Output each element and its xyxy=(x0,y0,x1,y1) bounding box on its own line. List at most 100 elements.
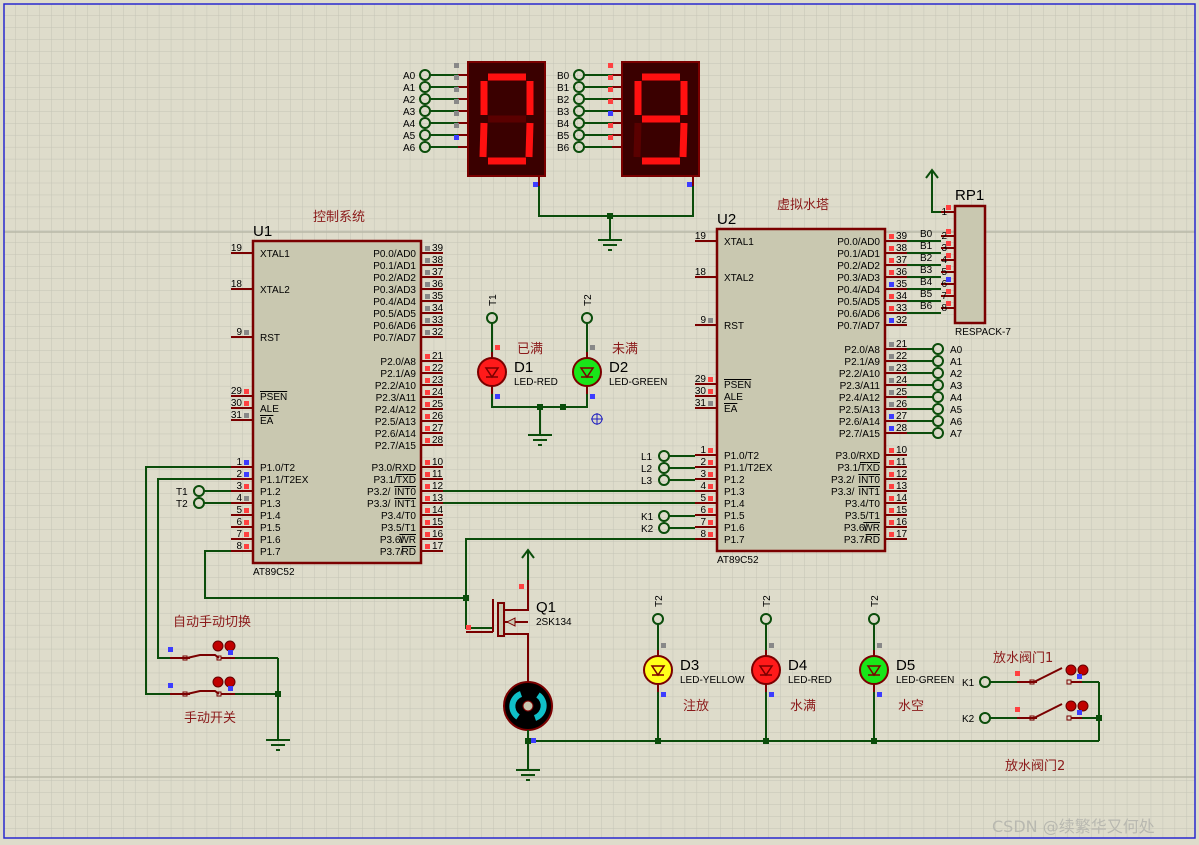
pin-name: P2.1/A9 xyxy=(844,357,880,368)
pin-number: 19 xyxy=(695,231,707,242)
pin-name: RD xyxy=(866,535,880,546)
q1-ref: Q1 xyxy=(536,599,556,616)
pin-name: P0.5/AD5 xyxy=(837,297,880,308)
pin-state-marker xyxy=(425,330,430,335)
pin-name: P1.7 xyxy=(260,547,281,558)
pin-number: 28 xyxy=(896,423,908,434)
segment-c xyxy=(679,122,688,158)
pin-name: P1.2 xyxy=(724,475,745,486)
led-body xyxy=(643,655,673,685)
u1-title: 控制系统 xyxy=(313,210,365,225)
pin-number: 1 xyxy=(700,445,706,456)
pin-state-marker xyxy=(889,472,894,477)
terminal-label: T2 xyxy=(654,595,665,607)
pin-number: 28 xyxy=(432,435,444,446)
pin-name: P2.4/A12 xyxy=(375,405,417,416)
switch-down-button-icon[interactable] xyxy=(212,640,224,652)
motor-icon xyxy=(503,681,553,731)
pin-state-marker xyxy=(454,63,459,68)
terminal-label: T1 xyxy=(176,487,188,498)
pin-state-marker xyxy=(687,182,692,187)
pin-number: 34 xyxy=(432,303,444,314)
pin-name: P1.4 xyxy=(260,511,281,522)
pin-name: P3.4/T0 xyxy=(381,511,416,522)
pin-number: 16 xyxy=(432,529,444,540)
switch-down-button-icon[interactable] xyxy=(212,676,224,688)
pin-number: 33 xyxy=(896,303,908,314)
pin-name: P3.4/T0 xyxy=(845,499,880,510)
led-d4 xyxy=(751,655,781,685)
led-part: LED-GREEN xyxy=(609,377,667,388)
terminal-label: A1 xyxy=(950,357,963,368)
pin-state-marker xyxy=(425,426,430,431)
pin-state-marker xyxy=(425,282,430,287)
display-pin-label: B2 xyxy=(557,95,570,106)
pin-state-marker xyxy=(425,508,430,513)
terminal-label: L2 xyxy=(641,464,653,475)
pin-name: P1.5 xyxy=(260,523,281,534)
pin-state-marker xyxy=(495,345,500,350)
switch-up-button-icon[interactable] xyxy=(1077,664,1089,676)
led-d2 xyxy=(572,357,602,387)
pin-state-marker xyxy=(466,625,471,630)
pin-number: 27 xyxy=(896,411,908,422)
led-body xyxy=(477,357,507,387)
pin-name: P0.4/AD4 xyxy=(373,297,416,308)
terminal-label: A5 xyxy=(950,405,963,416)
pin-state-marker xyxy=(889,294,894,299)
pin-state-marker xyxy=(708,508,713,513)
pin-name: P1.1/T2EX xyxy=(260,475,309,486)
pin-name: P1.3 xyxy=(724,487,745,498)
pin-name: P1.6 xyxy=(724,523,745,534)
pin-name: P0.5/AD5 xyxy=(373,309,416,320)
pin-state-marker xyxy=(425,378,430,383)
pin-state-marker xyxy=(889,318,894,323)
pin-state-marker xyxy=(889,484,894,489)
pin-name: P1.1/T2EX xyxy=(724,463,773,474)
pin-state-marker xyxy=(244,484,249,489)
display-pin-label: A2 xyxy=(403,95,416,106)
pin-state-marker xyxy=(228,650,233,655)
pin-number: 5 xyxy=(236,505,242,516)
pin-state-marker xyxy=(889,246,894,251)
pin-state-marker xyxy=(454,87,459,92)
switch-down-button-icon[interactable] xyxy=(1065,700,1077,712)
pin-name: XTAL2 xyxy=(260,285,290,296)
pin-number: 24 xyxy=(896,375,908,386)
pin-name: P2.5/A13 xyxy=(839,405,881,416)
pin-number: 35 xyxy=(896,279,908,290)
pin-state-marker xyxy=(708,472,713,477)
pin-state-marker xyxy=(244,472,249,477)
schematic-canvas[interactable]: U1控制系统AT89C5219XTAL118XTAL29RST29PSEN30A… xyxy=(0,0,1199,845)
pin-state-marker xyxy=(889,426,894,431)
q1-part: 2SK134 xyxy=(536,617,572,628)
pin-state-marker xyxy=(454,111,459,116)
pin-state-marker xyxy=(425,318,430,323)
led-d3 xyxy=(643,655,673,685)
pin-number: 33 xyxy=(432,315,444,326)
pin-number: 5 xyxy=(700,493,706,504)
rp1-body[interactable] xyxy=(953,204,987,325)
switch-label: 放水阀门2 xyxy=(1005,759,1065,774)
pin-state-marker xyxy=(889,520,894,525)
pin-number: 9 xyxy=(700,315,706,326)
switch-up-button-icon[interactable] xyxy=(224,640,236,652)
switch-up-button-icon[interactable] xyxy=(224,676,236,688)
led-label: 未满 xyxy=(612,342,638,357)
switch-down-button-icon[interactable] xyxy=(1065,664,1077,676)
pin-name: RST xyxy=(724,321,744,332)
pin-name: P0.7/AD7 xyxy=(837,321,880,332)
pin-state-marker xyxy=(708,377,713,382)
pin-name: P2.7/A15 xyxy=(375,441,417,452)
pin-number: 14 xyxy=(432,505,444,516)
pin-state-marker xyxy=(889,270,894,275)
bus-label: B0 xyxy=(920,229,933,240)
junction-dot xyxy=(1096,715,1102,721)
switch-up-button-icon[interactable] xyxy=(1077,700,1089,712)
pin-number: 34 xyxy=(896,291,908,302)
terminal-label: T2 xyxy=(870,595,881,607)
pin-state-marker xyxy=(244,544,249,549)
pin-state-marker xyxy=(1077,710,1082,715)
pin-state-marker xyxy=(244,496,249,501)
pin-state-marker xyxy=(708,448,713,453)
